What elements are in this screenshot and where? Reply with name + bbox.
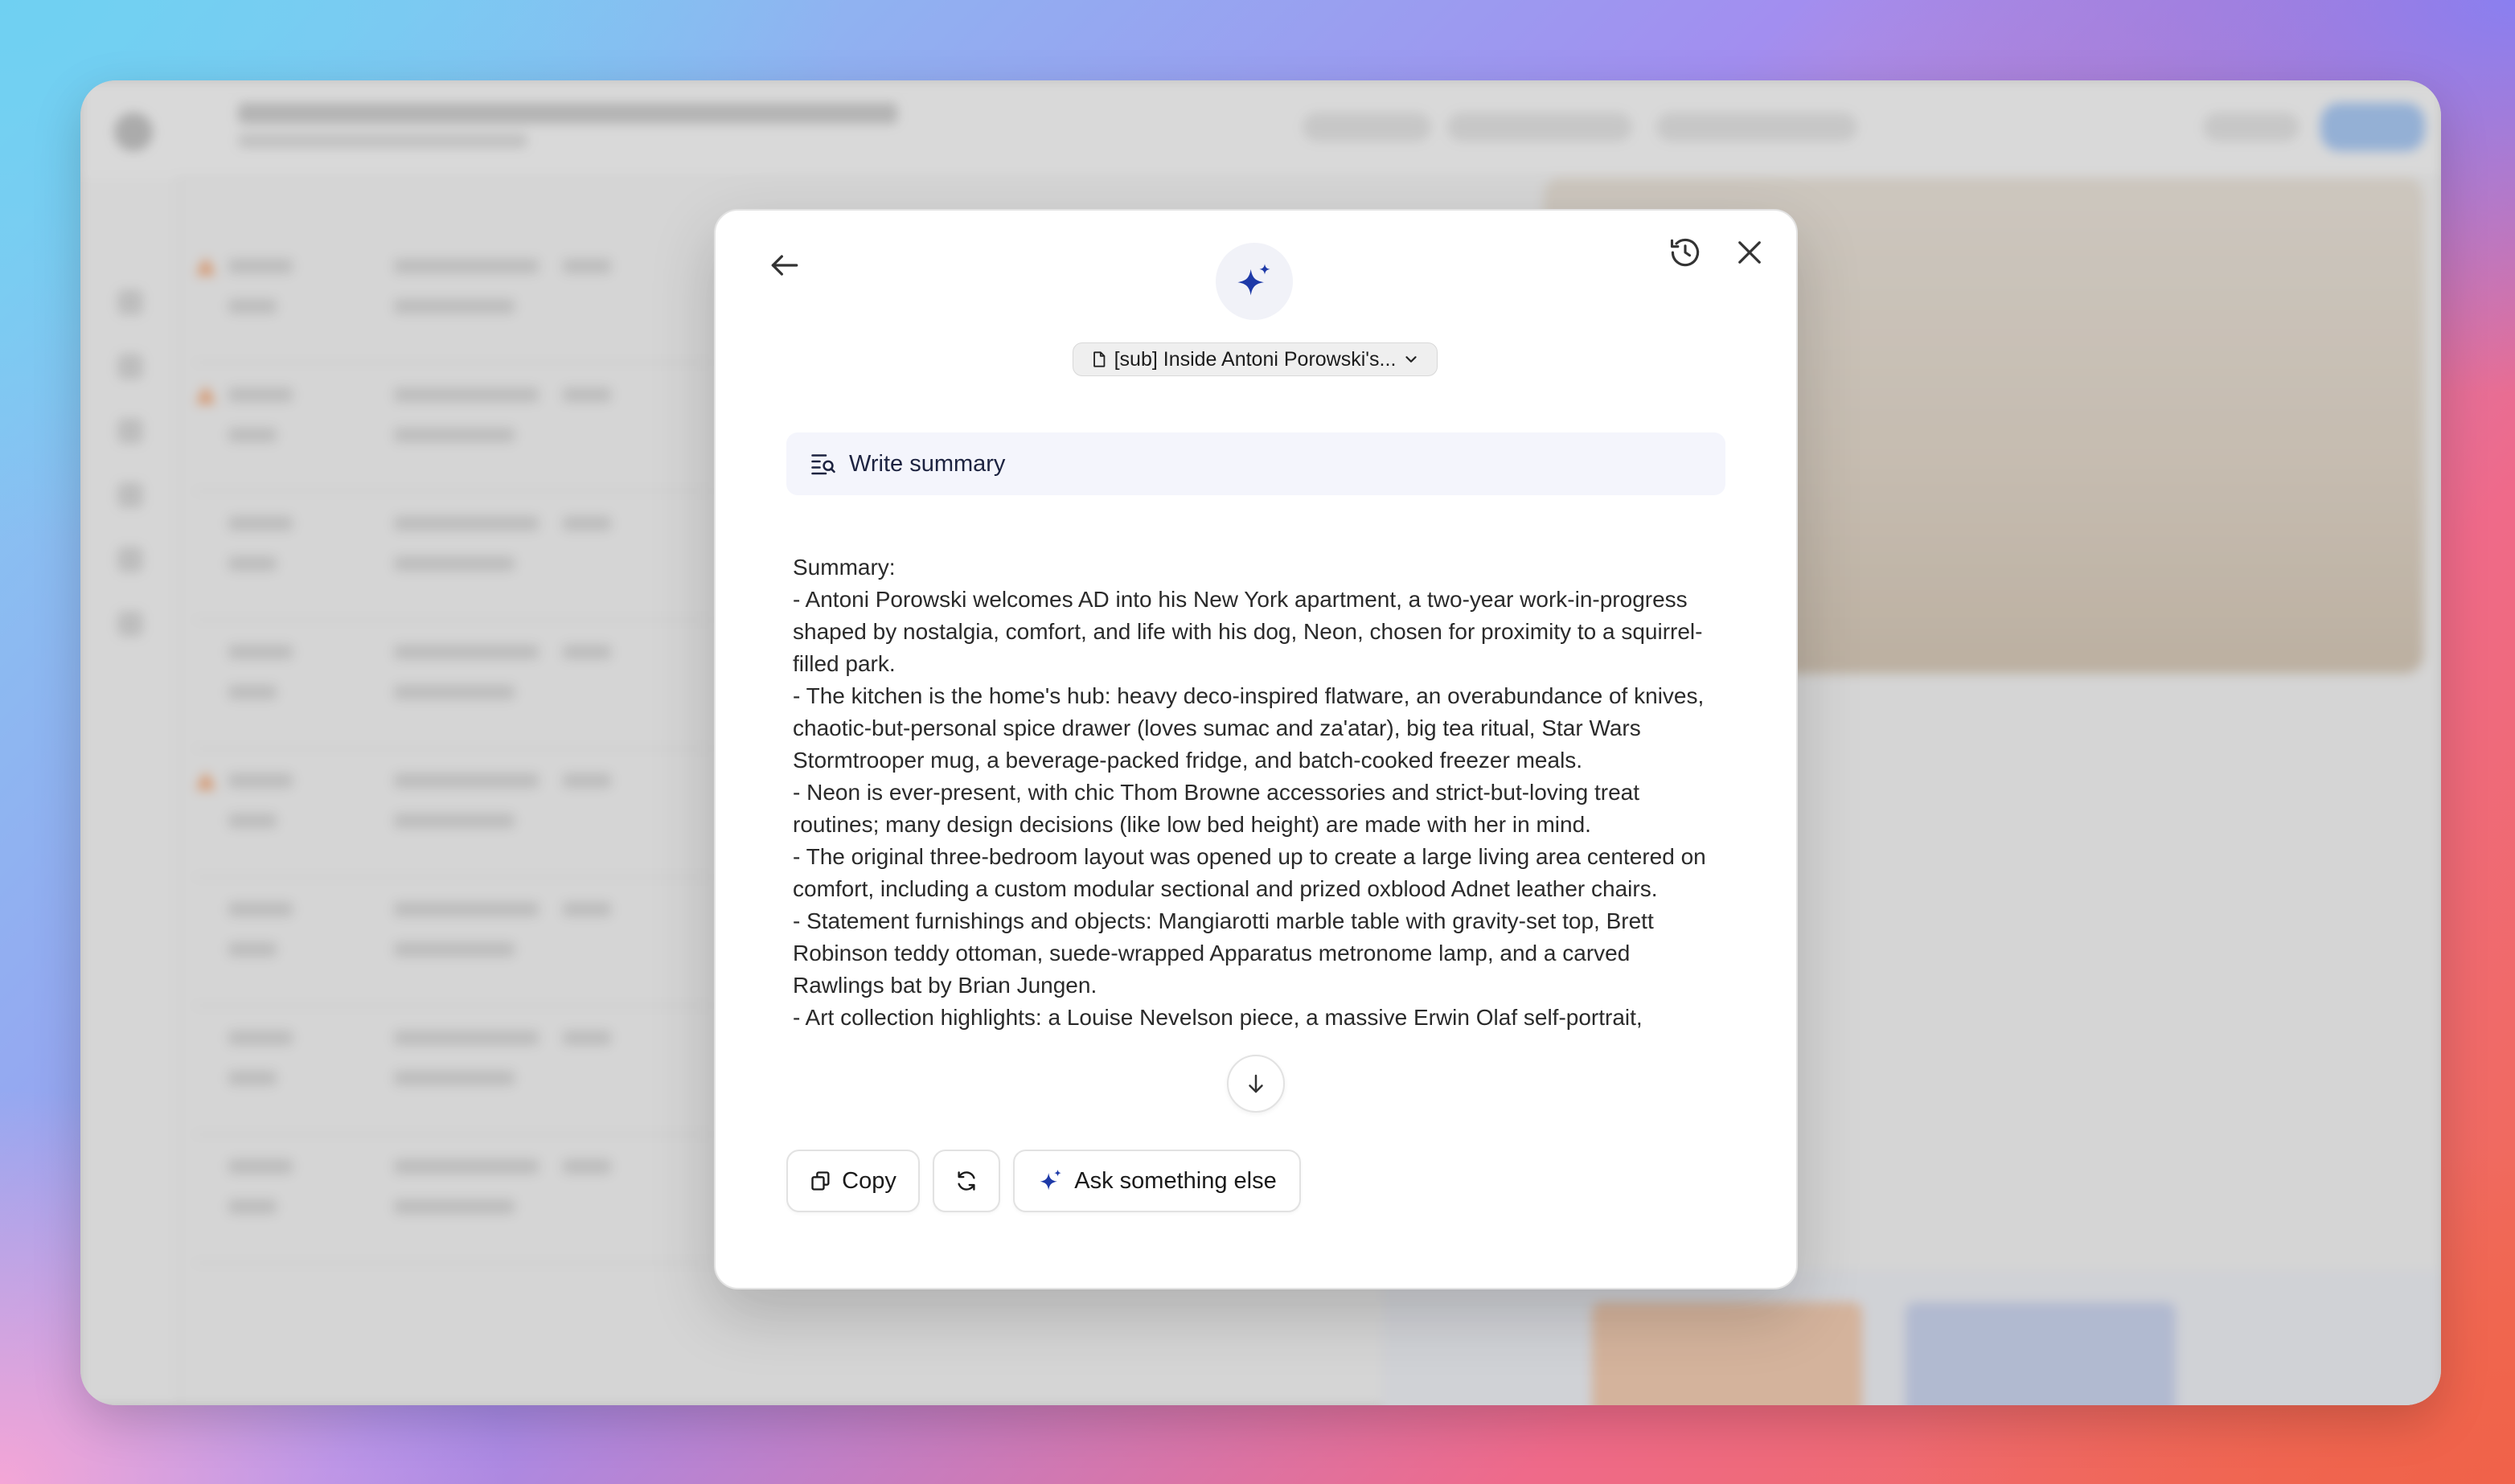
response-line: - Neon is ever-present, with chic Thom B… xyxy=(793,780,1640,837)
history-button[interactable] xyxy=(1660,227,1711,278)
copy-button-label: Copy xyxy=(842,1167,896,1194)
response-line: - The original three-bedroom layout was … xyxy=(793,844,1706,901)
document-selector-label: [sub] Inside Antoni Porowski's... xyxy=(1114,347,1397,371)
copy-button[interactable]: Copy xyxy=(786,1150,920,1212)
response-line: - Statement furnishings and objects: Man… xyxy=(793,908,1654,998)
history-icon xyxy=(1670,238,1700,267)
scroll-to-bottom-button[interactable] xyxy=(1227,1055,1285,1113)
summary-search-icon xyxy=(811,454,835,475)
sparkle-icon xyxy=(1237,264,1270,296)
copy-icon xyxy=(811,1171,830,1191)
document-icon xyxy=(1093,351,1105,367)
response-line: Summary: xyxy=(793,555,896,580)
ask-something-else-label: Ask something else xyxy=(1074,1167,1277,1194)
prompt-bubble: Write summary xyxy=(786,432,1725,495)
sparkle-icon xyxy=(1040,1169,1062,1191)
ask-something-else-button[interactable]: Ask something else xyxy=(1013,1150,1301,1212)
back-button[interactable] xyxy=(759,240,810,291)
regenerate-button[interactable] xyxy=(933,1150,1000,1212)
response-line: - The kitchen is the home's hub: heavy d… xyxy=(793,683,1705,773)
document-selector[interactable]: [sub] Inside Antoni Porowski's... xyxy=(1073,342,1438,376)
arrow-left-icon xyxy=(771,255,798,276)
arrow-down-icon xyxy=(1249,1074,1263,1093)
prompt-text: Write summary xyxy=(849,450,1006,477)
response-line: - Art collection highlights: a Louise Ne… xyxy=(793,1005,1643,1030)
close-button[interactable] xyxy=(1724,227,1775,278)
ai-summary-dialog: [sub] Inside Antoni Porowski's... Write … xyxy=(714,209,1798,1289)
chevron-down-icon xyxy=(1405,356,1417,363)
response-line: - Antoni Porowski welcomes AD into his N… xyxy=(793,587,1703,676)
ai-badge xyxy=(1216,243,1293,320)
summary-response: Summary: - Antoni Porowski welcomes AD i… xyxy=(793,551,1725,1103)
refresh-icon xyxy=(958,1171,975,1191)
close-icon xyxy=(1738,241,1761,264)
